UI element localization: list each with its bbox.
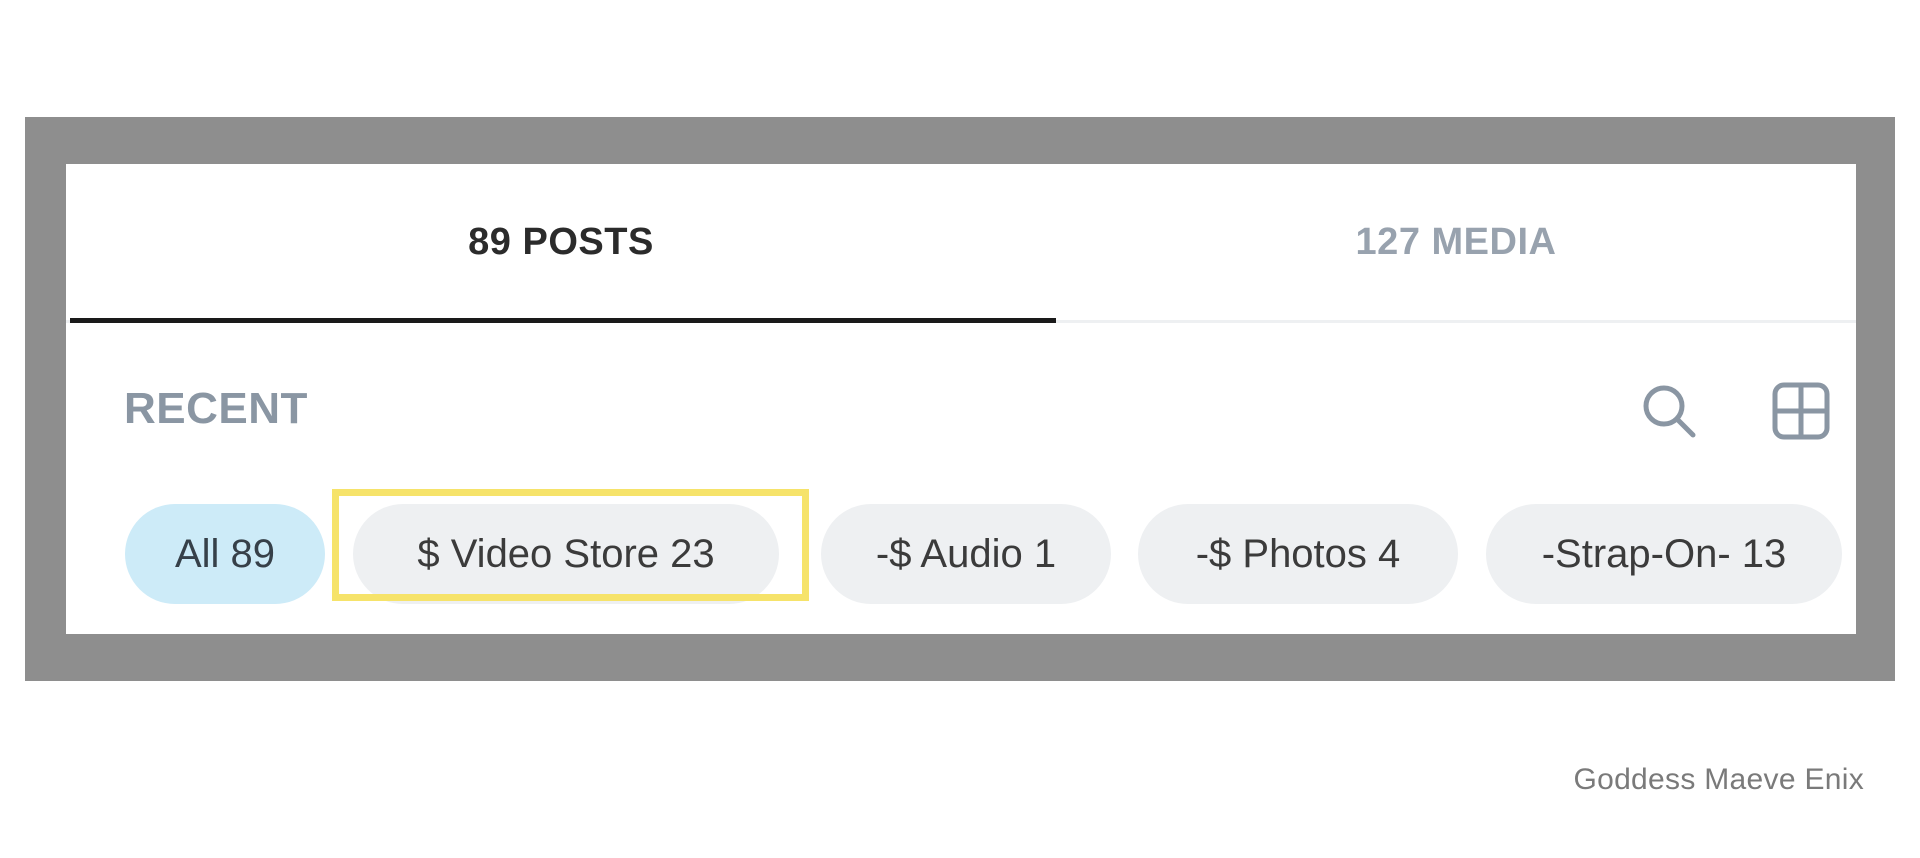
chip-photos[interactable]: -$ Photos 4	[1138, 504, 1458, 604]
grid-view-button[interactable]	[1766, 376, 1836, 446]
grid-view-icon	[1772, 382, 1830, 440]
chip-video-store[interactable]: $ Video Store 23	[353, 504, 779, 604]
chip-audio[interactable]: -$ Audio 1	[821, 504, 1111, 604]
search-icon	[1643, 385, 1696, 438]
section-title: RECENT	[124, 384, 308, 433]
chip-photos-label: -$ Photos 4	[1195, 531, 1401, 576]
tab-posts-label: 89 POSTS	[468, 220, 654, 263]
active-tab-indicator	[70, 318, 1056, 323]
tab-media[interactable]: 127 MEDIA	[1056, 164, 1856, 320]
chip-strap-on-label: -Strap-On- 13	[1541, 531, 1787, 576]
watermark-text: Goddess Maeve Enix	[1573, 763, 1864, 796]
screenshot-page: 89 POSTS 127 MEDIA RECENT All 89 $ Video…	[0, 0, 1920, 858]
chip-strap-on[interactable]: -Strap-On- 13	[1486, 504, 1842, 604]
search-button[interactable]	[1634, 376, 1704, 446]
chip-audio-label: -$ Audio 1	[875, 531, 1057, 576]
profile-content-panel: 89 POSTS 127 MEDIA RECENT All 89 $ Video…	[66, 164, 1856, 634]
chip-video-store-label: $ Video Store 23	[417, 531, 715, 576]
tab-posts[interactable]: 89 POSTS	[66, 164, 1056, 320]
tab-bar: 89 POSTS 127 MEDIA	[66, 164, 1856, 323]
tab-media-label: 127 MEDIA	[1355, 220, 1557, 263]
chip-all-label: All 89	[174, 531, 276, 576]
chip-all[interactable]: All 89	[125, 504, 325, 604]
